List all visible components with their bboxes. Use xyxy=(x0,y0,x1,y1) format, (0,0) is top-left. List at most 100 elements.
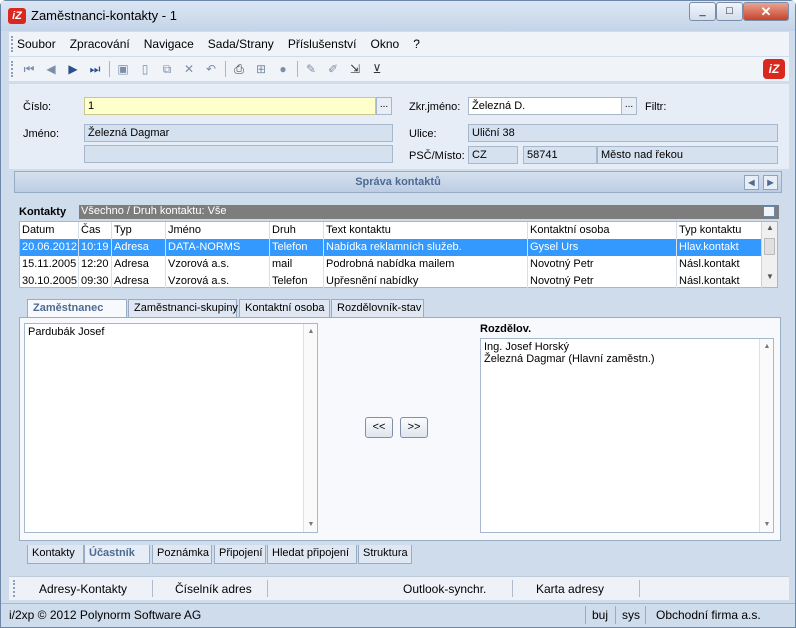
next-icon[interactable]: ▶ xyxy=(65,61,81,77)
save-icon[interactable]: ▣ xyxy=(115,61,131,77)
table-row[interactable]: 20.06.2012 10:19 Adresa DATA-NORMS Telef… xyxy=(20,239,762,256)
menu-zpracovani[interactable]: Zpracování xyxy=(70,37,130,51)
export-icon[interactable]: ⇲ xyxy=(347,61,363,77)
menu-navigace[interactable]: Navigace xyxy=(144,37,194,51)
first-icon[interactable]: ⏮ xyxy=(21,61,37,77)
status-user: buj xyxy=(592,608,609,622)
btab-kontakty[interactable]: Kontakty xyxy=(27,545,84,564)
status-bar: i/2xp © 2012 Polynorm Software AG buj sy… xyxy=(1,603,795,627)
misto-field[interactable]: Město nad řekou xyxy=(597,146,778,164)
table-row[interactable]: 15.11.2005 12:20 Adresa Vzorová a.s. mai… xyxy=(20,256,762,273)
jmeno2-field[interactable] xyxy=(84,145,393,163)
col-typ-kontaktu[interactable]: Typ kontaktu xyxy=(677,222,762,239)
cell: Adresa xyxy=(112,239,166,256)
adresy-kontakty-button[interactable]: Adresy-Kontakty xyxy=(39,582,127,596)
grid-settings-icon[interactable] xyxy=(763,206,775,217)
move-right-button[interactable]: >> xyxy=(400,417,428,438)
filter-icon[interactable]: ⊻ xyxy=(369,61,385,77)
cell: 15.11.2005 xyxy=(20,256,79,273)
col-text[interactable]: Text kontaktu xyxy=(324,222,528,239)
cell: 20.06.2012 xyxy=(20,239,79,256)
app-icon: iZ xyxy=(8,8,26,24)
tree-icon[interactable]: ⊞ xyxy=(253,61,269,77)
pencil-icon[interactable]: ✐ xyxy=(325,61,341,77)
col-datum[interactable]: Datum xyxy=(20,222,79,239)
scroll-down-icon[interactable]: ▼ xyxy=(762,272,778,286)
status-sys: sys xyxy=(622,608,640,622)
prev-icon[interactable]: ◀ xyxy=(43,61,59,77)
btab-hledat-pripojeni[interactable]: Hledat připojení xyxy=(267,545,357,564)
zkr-lookup-button[interactable]: ... xyxy=(621,97,637,115)
ulice-field[interactable]: Uliční 38 xyxy=(468,124,778,142)
panel-next-icon[interactable]: ▶ xyxy=(763,175,778,190)
col-typ[interactable]: Typ xyxy=(112,222,166,239)
delete-icon[interactable]: ✕ xyxy=(181,61,197,77)
scroll-thumb[interactable] xyxy=(764,238,775,255)
panel-title: Správa kontaktů xyxy=(355,176,441,188)
tab-zamestnanci-skupiny[interactable]: Zaměstnanci-skupiny xyxy=(128,299,238,318)
maximize-button[interactable]: □ xyxy=(716,2,743,21)
window-title: Zaměstnanci-kontakty - 1 xyxy=(31,8,177,23)
copy-icon[interactable]: ⧉ xyxy=(159,61,175,77)
ciselnik-adres-button[interactable]: Číselník adres xyxy=(175,582,252,596)
list-item[interactable]: Železná Dagmar (Hlavní zaměstn.) xyxy=(484,353,770,365)
distribution-list[interactable]: Ing. Josef Horský Železná Dagmar (Hlavní… xyxy=(480,338,774,533)
move-left-button[interactable]: << xyxy=(365,417,393,438)
cell: 09:30 xyxy=(79,273,112,290)
cislo-field[interactable]: 1 xyxy=(84,97,376,115)
contacts-panel-header: Správa kontaktů ◀ ▶ xyxy=(14,171,782,193)
table-scrollbar[interactable]: ▲ ▼ xyxy=(761,222,777,287)
ulice-label: Ulice: xyxy=(409,128,437,140)
btab-ucastnik[interactable]: Účastník xyxy=(84,545,150,564)
btab-pripojeni[interactable]: Připojení xyxy=(214,545,266,564)
col-jmeno[interactable]: Jméno xyxy=(166,222,270,239)
list-item[interactable]: Ing. Josef Horský xyxy=(484,341,770,353)
status-copyright: i/2xp © 2012 Polynorm Software AG xyxy=(9,608,202,622)
available-list[interactable]: Pardubák Josef ▲ ▼ xyxy=(24,323,318,533)
close-button[interactable]: ✕ xyxy=(743,2,789,21)
minimize-button[interactable]: _ xyxy=(689,2,716,21)
cislo-label: Číslo: xyxy=(23,101,52,113)
undo-icon[interactable]: ↶ xyxy=(203,61,219,77)
last-icon[interactable]: ⏭ xyxy=(87,61,103,77)
col-osoba[interactable]: Kontaktní osoba xyxy=(528,222,677,239)
tab-zamestnanec[interactable]: Zaměstnanec xyxy=(27,299,127,319)
tab-rozdelovnik-stav[interactable]: Rozdělovník-stav xyxy=(331,299,424,318)
outlook-synchr-button[interactable]: Outlook-synchr. xyxy=(403,582,486,596)
cell: Hlav.kontakt xyxy=(677,239,762,256)
edit-icon[interactable]: ✎ xyxy=(303,61,319,77)
menu-prislusenstvi[interactable]: Příslušenství xyxy=(288,37,357,51)
zkr-field[interactable]: Železná D. xyxy=(468,97,622,115)
cislo-lookup-button[interactable]: ... xyxy=(376,97,392,115)
zkr-label: Zkr.jméno: xyxy=(409,101,461,113)
disabled-icon[interactable]: ● xyxy=(275,61,291,77)
brand-logo: iZ xyxy=(763,59,785,79)
btab-poznamka[interactable]: Poznámka xyxy=(152,545,212,564)
print-icon[interactable]: ⎙ xyxy=(231,61,247,77)
new-icon[interactable]: ▯ xyxy=(137,61,153,77)
cell: DATA-NORMS xyxy=(166,239,270,256)
col-cas[interactable]: Čas xyxy=(79,222,112,239)
karta-adresy-button[interactable]: Karta adresy xyxy=(536,582,604,596)
list-item[interactable]: Pardubák Josef xyxy=(28,326,314,338)
menu-help[interactable]: ? xyxy=(413,37,420,51)
cell: Adresa xyxy=(112,273,166,290)
country-field[interactable]: CZ xyxy=(468,146,518,164)
menu-soubor[interactable]: Soubor xyxy=(17,37,56,51)
cell: mail xyxy=(270,256,324,273)
table-row[interactable]: 30.10.2005 09:30 Adresa Vzorová a.s. Tel… xyxy=(20,273,762,290)
psc-field[interactable]: 58741 xyxy=(523,146,597,164)
menu-okno[interactable]: Okno xyxy=(371,37,400,51)
scroll-up-icon[interactable]: ▲ xyxy=(762,223,778,237)
cell: Gysel Urs xyxy=(528,239,677,256)
cell: Adresa xyxy=(112,256,166,273)
menu-sada-strany[interactable]: Sada/Strany xyxy=(208,37,274,51)
tab-content: Pardubák Josef ▲ ▼ << >> Rozdělov. Ing. J… xyxy=(19,317,781,541)
col-druh[interactable]: Druh xyxy=(270,222,324,239)
panel-prev-icon[interactable]: ◀ xyxy=(744,175,759,190)
tab-kontaktni-osoba[interactable]: Kontaktní osoba xyxy=(239,299,330,318)
contacts-filter[interactable]: Všechno / Druh kontaktu: Vše xyxy=(79,205,779,219)
title-bar: iZ Zaměstnanci-kontakty - 1 _ □ ✕ xyxy=(1,1,795,31)
btab-struktura[interactable]: Struktura xyxy=(358,545,412,564)
jmeno-field[interactable]: Železná Dagmar xyxy=(84,124,393,142)
